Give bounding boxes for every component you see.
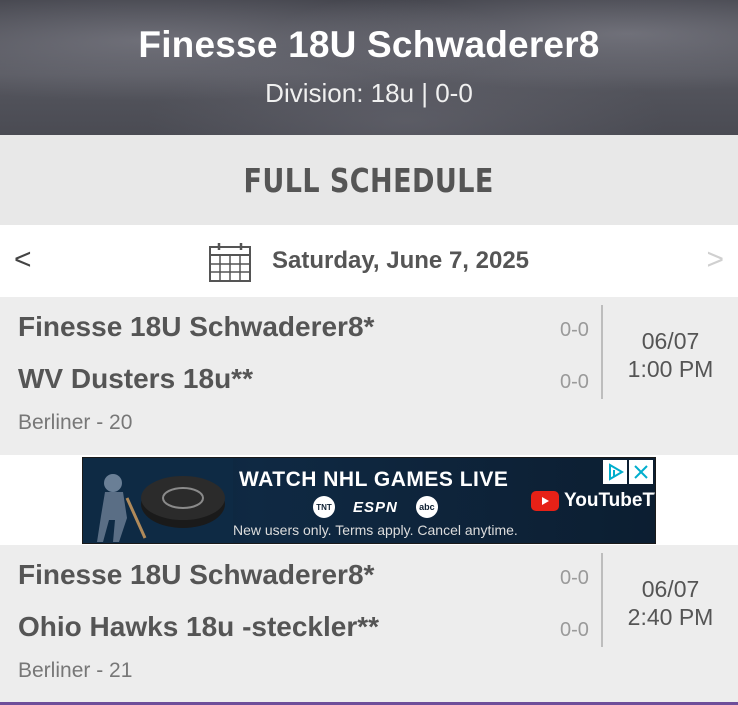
youtube-play-icon [531,491,559,511]
previous-day-button[interactable]: < [14,243,32,277]
date-navigator: < Saturday, June 7, 2025 > [0,225,738,297]
team-title: Finesse 18U Schwaderer8 [138,24,600,65]
calendar-icon[interactable] [208,241,252,283]
tnt-logo-icon: TNT [313,496,335,518]
game-row[interactable]: Finesse 18U Schwaderer8* 0-0 Ohio Hawks … [0,545,738,705]
ad-fine-print: New users only. Terms apply. Cancel anyt… [233,522,518,538]
espn-logo-icon: ESPN [353,498,398,516]
division-record: Division: 18u | 0-0 [265,78,473,108]
game-venue: Berliner - 21 [18,659,133,682]
home-team[interactable]: Finesse 18U Schwaderer8* [18,559,374,591]
home-team[interactable]: Finesse 18U Schwaderer8* [18,311,374,343]
away-team[interactable]: WV Dusters 18u** [18,363,253,395]
ad-headline: WATCH NHL GAMES LIVE [239,468,509,491]
youtubetv-logo: YouTubeTV [531,490,655,512]
adchoices-icon[interactable] [603,460,627,484]
next-day-button[interactable]: > [706,243,724,277]
section-title: FULL SCHEDULE [243,160,495,200]
away-team[interactable]: Ohio Hawks 18u -steckler** [18,611,379,643]
away-record: 0-0 [560,619,589,641]
close-ad-icon[interactable] [629,460,653,484]
abc-logo-icon: abc [415,496,438,518]
game-time: 1:00 PM [627,356,714,382]
home-record: 0-0 [560,567,589,589]
game-datetime: 06/07 1:00 PM [603,327,738,383]
game-venue: Berliner - 20 [18,411,133,434]
section-header: FULL SCHEDULE [0,135,738,225]
ad-banner[interactable]: WATCH NHL GAMES LIVE TNT ESPN abc New us… [82,457,656,544]
team-header: Finesse 18U Schwaderer8 Division: 18u | … [0,0,738,135]
away-record: 0-0 [560,371,589,393]
ad-banner-container: WATCH NHL GAMES LIVE TNT ESPN abc New us… [0,455,738,545]
hockey-player-puck-image [83,458,233,543]
current-date[interactable]: Saturday, June 7, 2025 [272,247,529,275]
game-row[interactable]: Finesse 18U Schwaderer8* 0-0 WV Dusters … [0,297,738,455]
game-date: 06/07 [641,328,700,354]
home-record: 0-0 [560,319,589,341]
game-date: 06/07 [641,576,700,602]
game-datetime: 06/07 2:40 PM [603,575,738,631]
network-logos: TNT ESPN abc [313,496,438,518]
youtubetv-brand: YouTubeTV [564,490,655,511]
game-time: 2:40 PM [627,604,714,630]
